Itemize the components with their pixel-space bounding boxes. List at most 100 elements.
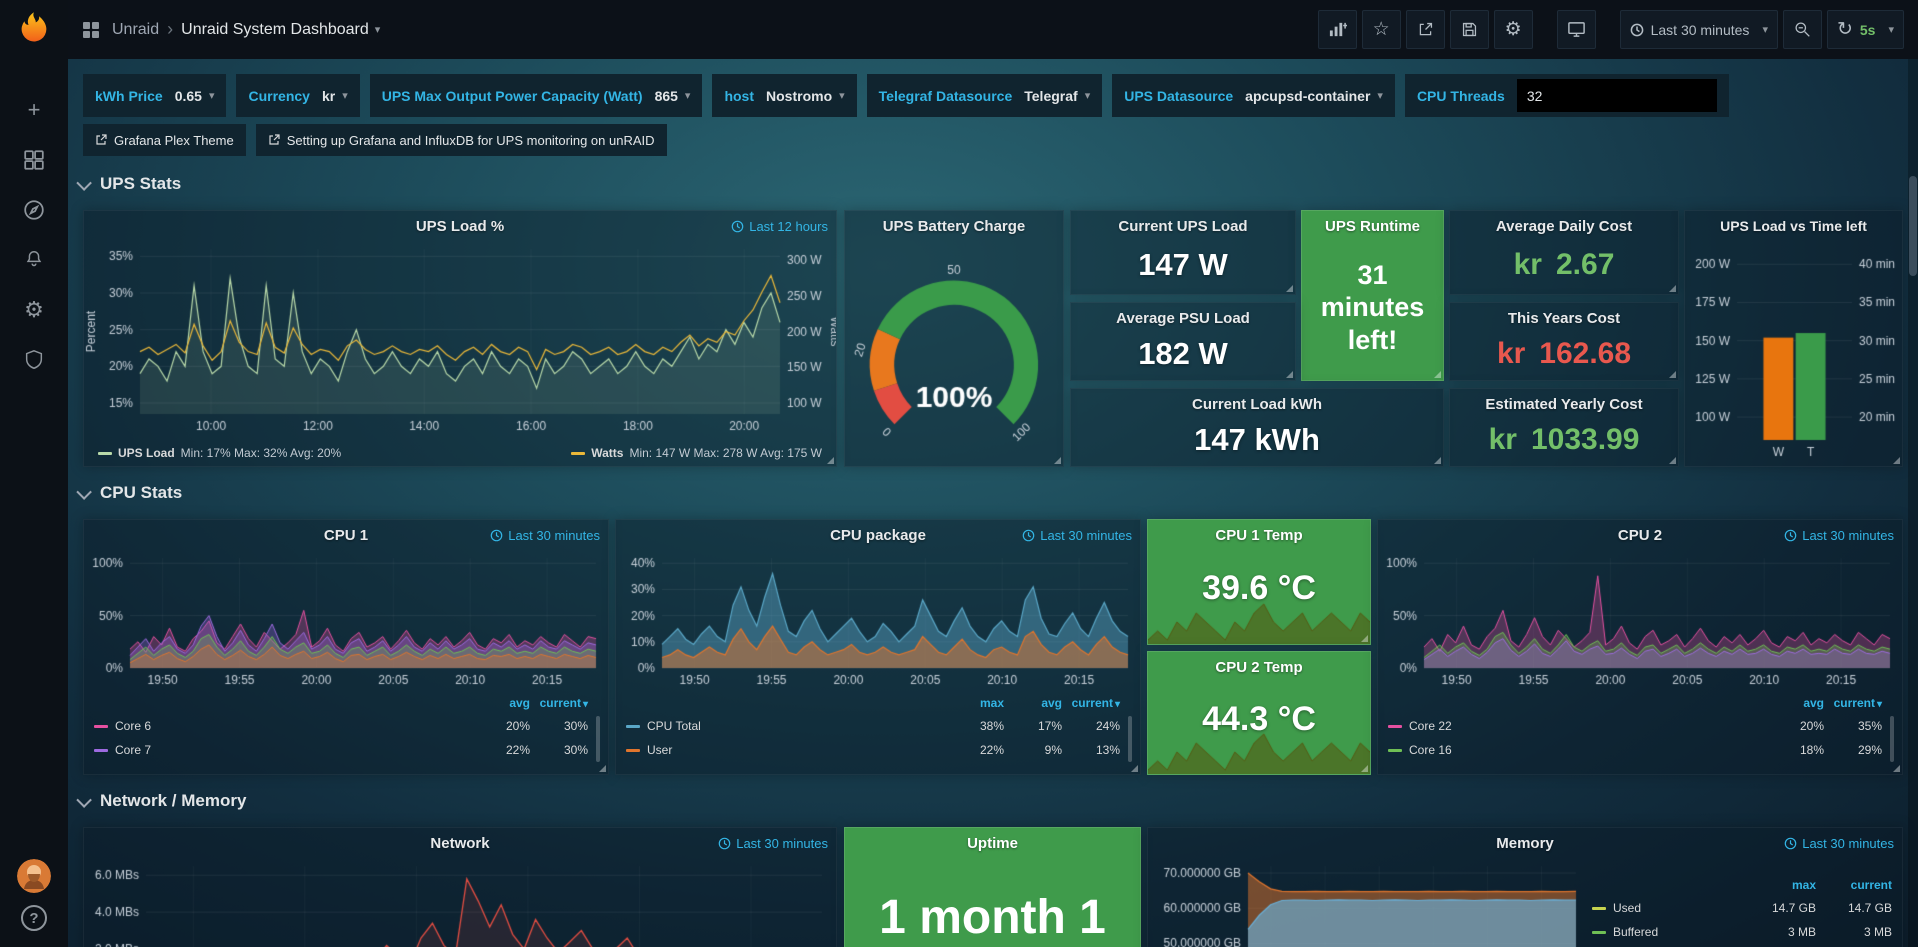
- panel-title[interactable]: Memory: [1496, 835, 1554, 852]
- ups-load-vs-time-bars[interactable]: [1685, 241, 1902, 466]
- panel-header[interactable]: UPS Load % Last 12 hours: [84, 211, 836, 241]
- panel-title[interactable]: UPS Load vs Time left: [1720, 218, 1867, 234]
- panel-title[interactable]: CPU 1 Temp: [1215, 527, 1302, 544]
- tv-mode-button[interactable]: [1557, 10, 1596, 49]
- cpu-threads-input[interactable]: [1517, 79, 1717, 112]
- network-graph[interactable]: [84, 858, 836, 947]
- panel-title[interactable]: This Years Cost: [1508, 310, 1620, 327]
- panel-header[interactable]: This Years Cost: [1450, 303, 1678, 333]
- legend-col-header[interactable]: current▾: [1824, 696, 1882, 710]
- panel-header[interactable]: Estimated Yearly Cost: [1450, 389, 1678, 419]
- server-admin-button[interactable]: [14, 340, 54, 380]
- explore-button[interactable]: [14, 190, 54, 230]
- var-cpu-threads[interactable]: CPU Threads: [1405, 74, 1729, 117]
- panel-title[interactable]: UPS Load %: [416, 218, 504, 235]
- apps-grid-icon[interactable]: [82, 21, 100, 39]
- legend-col-header[interactable]: avg: [1766, 696, 1824, 710]
- panel-title[interactable]: Estimated Yearly Cost: [1485, 396, 1642, 413]
- legend-series-user[interactable]: User22%9%13%: [626, 738, 1120, 762]
- legend-col-header[interactable]: max: [1740, 878, 1816, 892]
- caret-down-icon[interactable]: ▾: [375, 23, 381, 36]
- refresh-picker[interactable]: ↻ 5s ▾: [1827, 10, 1904, 49]
- legend-series-used[interactable]: Used14.7 GB14.7 GB: [1592, 896, 1892, 920]
- panel-header[interactable]: Network Last 30 minutes: [84, 828, 836, 858]
- time-range-picker[interactable]: Last 30 minutes ▾: [1620, 10, 1778, 49]
- link-grafana-plex-theme[interactable]: Grafana Plex Theme: [83, 124, 246, 156]
- var-kwh-price[interactable]: kWh Price0.65▾: [83, 74, 226, 117]
- user-avatar[interactable]: [17, 859, 51, 893]
- dashboards-button[interactable]: [14, 140, 54, 180]
- panel-header[interactable]: UPS Load vs Time left: [1685, 211, 1902, 241]
- legend-series-buffered[interactable]: Buffered3 MB3 MB: [1592, 920, 1892, 944]
- panel-title[interactable]: Current Load kWh: [1192, 396, 1322, 413]
- legend-scrollbar[interactable]: [1128, 716, 1132, 762]
- panel-header[interactable]: CPU 1 Last 30 minutes: [84, 520, 608, 550]
- legend-scrollbar[interactable]: [596, 716, 600, 762]
- panel-header[interactable]: CPU package Last 30 minutes: [616, 520, 1140, 550]
- share-dashboard-button[interactable]: [1406, 10, 1445, 49]
- legend-series-core6[interactable]: Core 620%30%: [94, 714, 588, 738]
- dashboard-title[interactable]: Unraid System Dashboard: [181, 21, 369, 39]
- panel-header[interactable]: UPS Runtime: [1302, 211, 1443, 241]
- panel-header[interactable]: Current UPS Load: [1071, 211, 1295, 241]
- legend-series-core7[interactable]: Core 722%30%: [94, 738, 588, 762]
- memory-graph[interactable]: [1148, 858, 1588, 947]
- legend-series-core16[interactable]: Core 1618%29%: [1388, 738, 1882, 762]
- panel-title[interactable]: CPU 2 Temp: [1215, 659, 1302, 676]
- var-currency[interactable]: Currencykr▾: [236, 74, 359, 117]
- panel-header[interactable]: Current Load kWh: [1071, 389, 1443, 419]
- ups-load-graph[interactable]: [84, 241, 836, 440]
- panel-header[interactable]: Average PSU Load: [1071, 303, 1295, 333]
- panel-title[interactable]: CPU package: [830, 527, 926, 544]
- panel-header[interactable]: Memory Last 30 minutes: [1148, 828, 1902, 858]
- panel-title[interactable]: Average Daily Cost: [1496, 218, 1632, 235]
- cpu1-graph[interactable]: [84, 550, 608, 690]
- cpu2-graph[interactable]: [1378, 550, 1902, 690]
- panel-title[interactable]: UPS Battery Charge: [883, 218, 1026, 235]
- var-ups-datasource[interactable]: UPS Datasourceapcupsd-container▾: [1112, 74, 1395, 117]
- legend-col-header[interactable]: current: [1816, 878, 1892, 892]
- var-host[interactable]: hostNostromo▾: [712, 74, 856, 117]
- star-dashboard-button[interactable]: ☆: [1362, 10, 1401, 49]
- panel-header[interactable]: CPU 2 Temp: [1148, 652, 1370, 682]
- scrollbar-thumb[interactable]: [1909, 176, 1917, 276]
- link-ups-monitoring-guide[interactable]: Setting up Grafana and InfluxDB for UPS …: [256, 124, 667, 156]
- create-plus-button[interactable]: +: [14, 90, 54, 130]
- legend-series-ups-load[interactable]: UPS LoadMin: 17% Max: 32% Avg: 20%: [98, 446, 341, 460]
- battery-gauge[interactable]: [845, 241, 1063, 466]
- help-button[interactable]: ?: [21, 905, 47, 931]
- legend-col-header[interactable]: max: [946, 696, 1004, 710]
- legend-col-header[interactable]: current▾: [1062, 696, 1120, 710]
- dashboard-settings-button[interactable]: ⚙: [1494, 10, 1533, 49]
- alerting-button[interactable]: [14, 240, 54, 280]
- breadcrumb-folder[interactable]: Unraid: [112, 21, 159, 39]
- legend-series-cpu-total[interactable]: CPU Total38%17%24%: [626, 714, 1120, 738]
- panel-title[interactable]: Uptime: [967, 835, 1018, 852]
- panel-header[interactable]: CPU 1 Temp: [1148, 520, 1370, 550]
- panel-title[interactable]: Current UPS Load: [1118, 218, 1247, 235]
- legend-col-header[interactable]: avg: [1004, 696, 1062, 710]
- configuration-button[interactable]: ⚙: [14, 290, 54, 330]
- panel-header[interactable]: Average Daily Cost: [1450, 211, 1678, 241]
- row-header-network-memory[interactable]: Network / Memory: [80, 789, 246, 813]
- var-telegraf-datasource[interactable]: Telegraf DatasourceTelegraf▾: [867, 74, 1103, 117]
- panel-title[interactable]: UPS Runtime: [1325, 218, 1420, 235]
- cpu-package-graph[interactable]: [616, 550, 1140, 690]
- legend-scrollbar[interactable]: [1890, 716, 1894, 762]
- legend-series-core22[interactable]: Core 2220%35%: [1388, 714, 1882, 738]
- panel-title[interactable]: Average PSU Load: [1116, 310, 1250, 327]
- panel-header[interactable]: Uptime: [845, 828, 1140, 858]
- grafana-logo[interactable]: [14, 8, 54, 48]
- panel-title[interactable]: CPU 2: [1618, 527, 1662, 544]
- row-header-cpu-stats[interactable]: CPU Stats: [80, 481, 182, 505]
- save-dashboard-button[interactable]: [1450, 10, 1489, 49]
- panel-title[interactable]: Network: [430, 835, 489, 852]
- var-ups-max-output[interactable]: UPS Max Output Power Capacity (Watt)865▾: [370, 74, 703, 117]
- panel-header[interactable]: CPU 2 Last 30 minutes: [1378, 520, 1902, 550]
- legend-col-header[interactable]: current▾: [530, 696, 588, 710]
- panel-header[interactable]: UPS Battery Charge: [845, 211, 1063, 241]
- panel-title[interactable]: CPU 1: [324, 527, 368, 544]
- legend-col-header[interactable]: avg: [472, 696, 530, 710]
- legend-series-watts[interactable]: WattsMin: 147 W Max: 278 W Avg: 175 W: [571, 446, 822, 460]
- zoom-out-button[interactable]: [1783, 10, 1822, 49]
